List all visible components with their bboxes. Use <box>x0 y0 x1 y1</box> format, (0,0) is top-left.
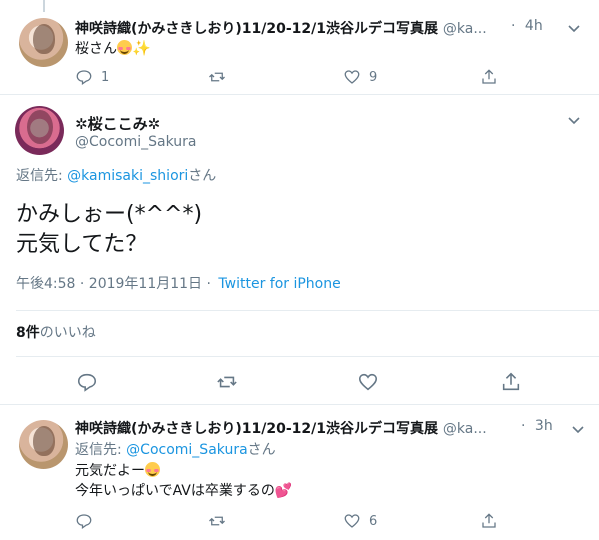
timestamp-link[interactable]: 午後4:58 · 2019年11月11日 · <box>16 276 211 292</box>
tweet-text-line-2: 元気してた？ <box>16 232 148 257</box>
avatar[interactable] <box>19 18 68 67</box>
reply-icon <box>77 373 97 392</box>
like-button[interactable]: 9 <box>343 67 377 87</box>
author-name[interactable]: ✲桜ここみ✲ <box>75 113 160 134</box>
like-button[interactable] <box>357 372 379 392</box>
tweet-time[interactable]: 3h <box>535 418 553 434</box>
tweet-time[interactable]: 4h <box>525 18 543 34</box>
retweet-icon <box>217 376 237 388</box>
share-icon <box>482 513 496 528</box>
tweet-text: 桜さん ✨ <box>75 39 151 57</box>
smiling-face-emoji <box>117 40 132 55</box>
source-link[interactable]: Twitter for iPhone <box>218 276 340 292</box>
likes-stat[interactable]: 8件のいいね <box>16 323 96 343</box>
tweet-timestamp: 午後4:58 · 2019年11月11日 · Twitter for iPhon… <box>16 274 341 294</box>
share-button[interactable] <box>480 67 498 87</box>
reply-button[interactable]: 1 <box>75 67 109 87</box>
avatar[interactable] <box>15 106 64 155</box>
divider <box>0 404 599 405</box>
like-count: 6 <box>369 513 378 529</box>
author-name[interactable]: 神咲詩織(かみさきしおり)11/20-12/1渋谷ルデコ写真展 @ka... <box>75 18 510 38</box>
divider <box>16 310 599 311</box>
smiling-face-emoji <box>145 462 160 477</box>
dot-separator: · <box>521 418 526 434</box>
retweet-icon <box>209 516 225 526</box>
reply-count: 1 <box>101 69 110 85</box>
share-icon <box>482 69 496 84</box>
sparkles-emoji: ✨ <box>132 39 151 57</box>
like-count: 9 <box>369 69 378 85</box>
retweet-button[interactable] <box>208 67 226 87</box>
share-button[interactable] <box>500 372 522 392</box>
retweet-button[interactable] <box>216 372 238 392</box>
like-button[interactable]: 6 <box>343 511 377 531</box>
chevron-down-icon[interactable] <box>566 20 582 36</box>
reply-to-handle-link[interactable]: @Cocomi_Sakura <box>126 442 247 458</box>
heart-icon <box>344 70 360 84</box>
tweet-text-line-1: かみしぉー(*^^*) <box>16 202 203 227</box>
share-button[interactable] <box>480 511 498 531</box>
dot-separator: · <box>511 18 516 34</box>
reply-button[interactable] <box>76 372 98 392</box>
tweet-text-line-2: 今年いっぱいでAVは卒業するの💕 <box>75 483 293 499</box>
divider <box>16 356 599 357</box>
divider <box>0 94 599 95</box>
likes-stat-label: のいいね <box>39 325 96 341</box>
author-handle[interactable]: @ka... <box>443 421 487 437</box>
heart-icon <box>344 514 360 528</box>
reply-to: 返信先: @kamisaki_shioriさん <box>16 168 217 184</box>
retweet-icon <box>209 72 225 82</box>
reply-button[interactable] <box>75 511 93 531</box>
chevron-down-icon[interactable] <box>570 421 586 437</box>
author-handle[interactable]: @ka... <box>443 21 487 37</box>
tweet-text-line-1: 元気だよー <box>75 461 160 481</box>
heart-icon <box>358 373 378 391</box>
two-hearts-emoji: 💕 <box>274 483 293 499</box>
avatar[interactable] <box>19 420 68 469</box>
share-icon <box>502 372 520 391</box>
reply-to: 返信先: @Cocomi_Sakuraさん <box>75 442 276 458</box>
retweet-button[interactable] <box>208 511 226 531</box>
author-name[interactable]: 神咲詩織(かみさきしおり)11/20-12/1渋谷ルデコ写真展 @ka... <box>75 418 520 438</box>
reply-to-handle-link[interactable]: @kamisaki_shiori <box>67 168 188 184</box>
likes-stat-count: 8件 <box>16 325 40 341</box>
thread-line-top <box>43 0 45 12</box>
reply-icon <box>76 514 92 529</box>
chevron-down-icon[interactable] <box>566 112 582 128</box>
author-handle[interactable]: @Cocomi_Sakura <box>75 132 196 152</box>
reply-icon <box>76 70 92 85</box>
